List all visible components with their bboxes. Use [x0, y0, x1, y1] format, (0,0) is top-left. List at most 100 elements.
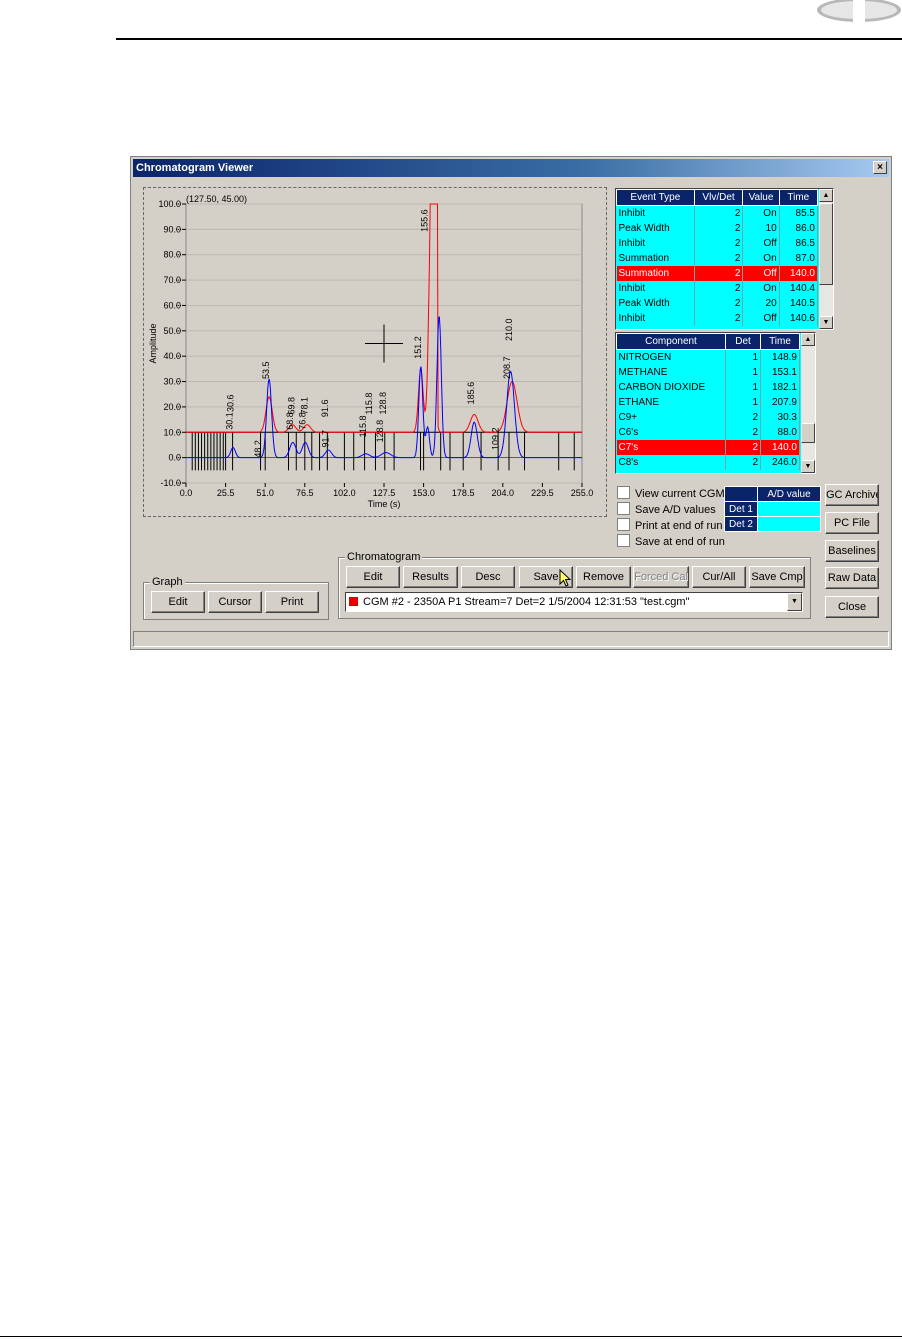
scroll-up-icon[interactable]: ▲ [801, 333, 815, 346]
table-row[interactable]: Inhibit 2 Off 140.6 [616, 311, 819, 326]
peak-label: 53.5 [261, 361, 271, 379]
results-button[interactable]: Results [403, 566, 458, 588]
det-header[interactable]: Det [725, 333, 761, 350]
x-tick-label: 0.0 [180, 488, 193, 498]
brand-logo-icon [817, 0, 901, 22]
time-header[interactable]: Time [760, 333, 800, 350]
cgm-color-swatch [349, 597, 358, 606]
table-row-selected[interactable]: Summation 2 Off 140.0 [616, 266, 819, 281]
table-row[interactable]: METHANE 1 153.1 [616, 365, 800, 380]
gc-archive-button[interactable]: GC Archive [825, 484, 879, 506]
x-tick-label: 255.0 [571, 488, 594, 498]
status-bar [133, 631, 889, 647]
table-row[interactable]: Summation 2 On 87.0 [616, 251, 819, 266]
component-table-scrollbar[interactable]: ▲ ▼ [801, 333, 815, 473]
checkbox-icon[interactable] [617, 502, 630, 515]
print-end-of-run-checkbox[interactable]: Print at end of run [617, 518, 722, 532]
y-tick-label: 30.0 [163, 377, 181, 387]
x-tick-label: 204.0 [492, 488, 515, 498]
vlv-det-header[interactable]: Vlv/Det [693, 189, 744, 206]
cgm-edit-button[interactable]: Edit [346, 566, 400, 588]
x-tick-label: 153.0 [412, 488, 435, 498]
table-row[interactable]: C9+ 2 30.3 [616, 410, 800, 425]
checkbox-icon[interactable] [617, 534, 630, 547]
peak-label: 115.8 [358, 415, 368, 437]
chevron-down-icon[interactable]: ▼ [787, 593, 802, 611]
event-table-scrollbar[interactable]: ▲ ▼ [819, 189, 833, 329]
save-end-of-run-checkbox[interactable]: Save at end of run [617, 534, 725, 548]
chromatogram-graph-panel[interactable]: 100.0 90.0 80.0 70.0 60.0 50.0 40.0 30.0 20.0 10.… [143, 187, 607, 517]
cur-all-button[interactable]: Cur/All [692, 566, 746, 588]
table-row[interactable]: C6's 2 88.0 [616, 425, 800, 440]
time-header[interactable]: Time [778, 189, 819, 206]
component-header[interactable]: Component [616, 333, 726, 350]
ad-value-header: A/D value [757, 486, 821, 502]
chromatogram-viewer-window: Chromatogram Viewer × 100.0 90.0 80.0 70.0 6… [130, 156, 892, 650]
peak-label: 128.8 [375, 420, 385, 443]
title-bar: Chromatogram Viewer × [133, 159, 889, 177]
mouse-pointer-icon [559, 569, 572, 587]
table-row[interactable]: Peak Width 2 10 86.0 [616, 221, 819, 236]
save-ad-values-checkbox[interactable]: Save A/D values [617, 502, 716, 516]
scroll-down-icon[interactable]: ▼ [801, 460, 815, 473]
ad-value-table: A/D value Det 1 Det 2 [724, 486, 821, 532]
table-row[interactable]: ETHANE 1 207.9 [616, 395, 800, 410]
desc-button[interactable]: Desc [461, 566, 515, 588]
event-table-grid: Event Type Vlv/Det Value Time Inhibit 2 On… [616, 189, 819, 326]
table-row[interactable]: CARBON DIOXIDE 1 182.1 [616, 380, 800, 395]
event-type-header[interactable]: Event Type [616, 189, 695, 206]
component-table[interactable]: Component Det Time NITROGEN 1 148.9 METHAN… [615, 332, 816, 474]
y-tick-label: 90.0 [163, 224, 181, 234]
table-row[interactable]: Inhibit 2 On 140.4 [616, 281, 819, 296]
y-tick-label: 60.0 [163, 300, 181, 310]
event-table[interactable]: Event Type Vlv/Det Value Time Inhibit 2 On… [615, 188, 834, 330]
scroll-thumb[interactable] [819, 203, 833, 285]
graph-group-label: Graph [150, 575, 185, 589]
peak-label: 30.6 [226, 394, 236, 412]
checkbox-icon[interactable] [617, 486, 630, 499]
table-row[interactable]: Inhibit 2 On 85.5 [616, 205, 819, 221]
chromatogram-chart[interactable]: 100.0 90.0 80.0 70.0 60.0 50.0 40.0 30.0 20.0 10.… [144, 188, 606, 516]
baselines-button[interactable]: Baselines [825, 540, 879, 562]
table-row[interactable]: Inhibit 2 Off 86.5 [616, 236, 819, 251]
pc-file-button[interactable]: PC File [825, 512, 879, 534]
table-row[interactable]: NITROGEN 1 148.9 [616, 349, 800, 365]
save-cmp-button[interactable]: Save Cmp [749, 566, 805, 588]
x-tick-label: 229.5 [531, 488, 554, 498]
y-axis-label: Amplitude [148, 323, 158, 363]
value-header[interactable]: Value [742, 189, 780, 206]
cgm-select-dropdown[interactable]: CGM #2 - 2350A P1 Stream=7 Det=2 1/5/200… [345, 592, 803, 612]
graph-edit-button[interactable]: Edit [151, 591, 205, 613]
table-row[interactable]: Peak Width 2 20 140.5 [616, 296, 819, 311]
y-tick-label: 80.0 [163, 250, 181, 260]
forced-cal-button[interactable]: Forced Cal [633, 566, 689, 588]
close-button[interactable]: Close [825, 596, 879, 618]
x-axis-label: Time (s) [368, 499, 401, 509]
print-button[interactable]: Print [265, 591, 319, 613]
scroll-down-icon[interactable]: ▼ [819, 316, 833, 329]
remove-button[interactable]: Remove [576, 566, 631, 588]
y-tick-label: -10.0 [160, 478, 181, 488]
checkbox-icon[interactable] [617, 518, 630, 531]
raw-data-button[interactable]: Raw Data [825, 567, 879, 589]
table-row[interactable]: C8's 2 246.0 [616, 455, 800, 470]
peak-label: 128.8 [378, 392, 388, 415]
selected-cgm: CGM #2 - 2350A P1 Stream=7 Det=2 1/5/200… [363, 596, 690, 608]
table-row-selected[interactable]: C7's 2 140.0 [616, 440, 800, 455]
graph-groupbox: Graph Edit Cursor Print [143, 575, 329, 620]
cursor-button[interactable]: Cursor [208, 591, 262, 613]
view-current-cgm-checkbox[interactable]: View current CGM [617, 486, 725, 500]
x-tick-label: 127.5 [373, 488, 396, 498]
scroll-thumb[interactable] [801, 423, 815, 443]
scroll-up-icon[interactable]: ▲ [819, 189, 833, 202]
x-tick-label: 178.5 [452, 488, 475, 498]
chromatogram-groupbox: Chromatogram Edit Results Desc Save Remo… [338, 550, 811, 619]
close-window-button[interactable]: × [873, 161, 887, 174]
peak-label: 185.6 [466, 382, 476, 405]
peak-label: 91.6 [320, 400, 330, 418]
peak-label: 210.0 [504, 318, 514, 341]
peak-label: 115.8 [364, 393, 374, 415]
peak-label: 109.2 [490, 427, 500, 450]
x-tick-label: 25.5 [217, 488, 235, 498]
peak-label: 30.1 [225, 412, 235, 430]
